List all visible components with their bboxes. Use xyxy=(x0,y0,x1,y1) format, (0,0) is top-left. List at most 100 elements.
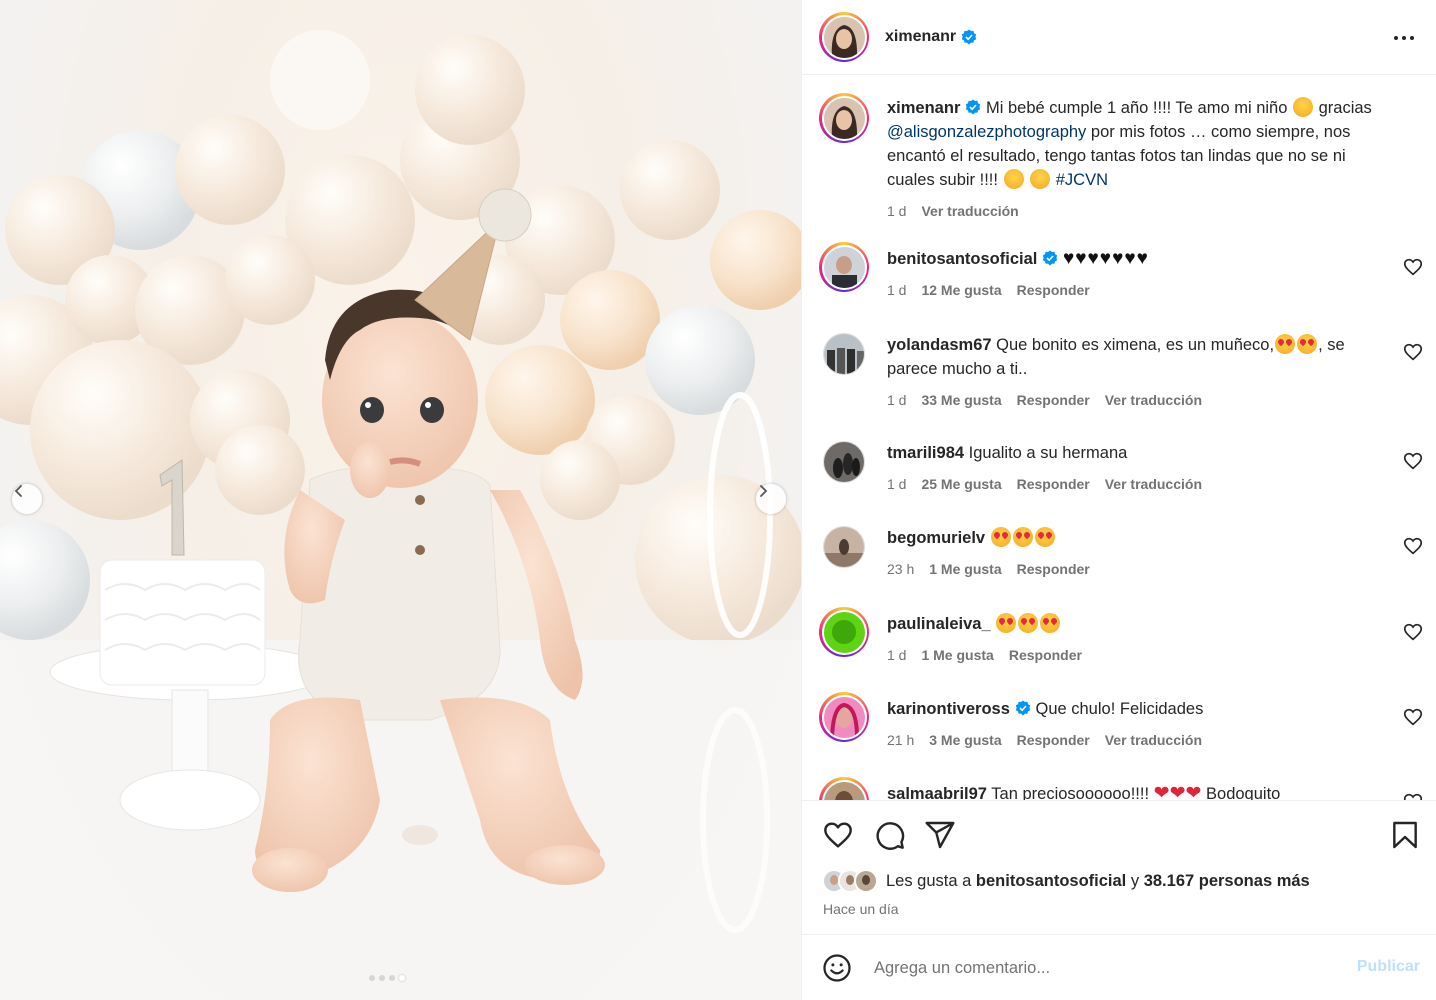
commenter-avatar[interactable] xyxy=(819,242,869,292)
author-avatar[interactable] xyxy=(819,12,869,62)
caption-username[interactable]: ximenanr xyxy=(887,99,960,117)
post-media[interactable] xyxy=(0,0,801,1000)
comment-likes[interactable]: 33 Me gusta xyxy=(921,388,1001,412)
caption-text: Mi bebé cumple 1 año !!!! Te amo mi niño xyxy=(985,99,1288,117)
commenter-username[interactable]: benitosantosoficial xyxy=(887,250,1037,268)
heart-icon xyxy=(824,822,852,848)
commenter-username[interactable]: begomurielv xyxy=(887,529,985,547)
comment-time[interactable]: 1 d xyxy=(887,278,906,302)
carousel-dot xyxy=(369,975,375,981)
author-username[interactable]: ximenanr xyxy=(885,28,956,46)
comment-time[interactable]: 1 d xyxy=(887,643,906,667)
share-button[interactable] xyxy=(924,819,956,851)
reply-button[interactable]: Responder xyxy=(1009,643,1082,667)
next-slide-button[interactable] xyxy=(756,484,786,514)
comments-list[interactable]: ximenanr Mi bebé cumple 1 año !!!! Te am… xyxy=(802,76,1436,800)
comment-likes[interactable]: 12 Me gusta xyxy=(921,278,1001,302)
chevron-left-icon xyxy=(14,485,22,497)
author-avatar-image xyxy=(823,16,865,58)
comment-text: Igualito a su hermana xyxy=(968,444,1128,462)
more-icon xyxy=(1402,36,1406,40)
comment-time[interactable]: 1 d xyxy=(887,472,906,496)
commenter-username[interactable]: karinontiveross xyxy=(887,700,1010,718)
reply-button[interactable]: Responder xyxy=(1017,472,1090,496)
commenter-username[interactable]: paulinaleiva_ xyxy=(887,615,991,633)
share-icon xyxy=(925,821,955,849)
caption-translate-link[interactable]: Ver traducción xyxy=(921,199,1018,223)
heart-eyes-emoji xyxy=(1297,334,1318,354)
commenter-avatar[interactable] xyxy=(823,441,865,483)
heart-eyes-emoji xyxy=(990,527,1011,547)
comment-likes[interactable]: 1 Me gusta xyxy=(921,643,993,667)
verified-badge-icon xyxy=(961,29,977,45)
emoji-icon[interactable] xyxy=(822,953,852,983)
commenter-avatar[interactable] xyxy=(819,607,869,657)
commenter-username[interactable]: salmaabril97 xyxy=(887,785,987,800)
comment-like-heart-icon[interactable] xyxy=(1402,706,1424,728)
comment-like-heart-icon[interactable] xyxy=(1402,341,1424,363)
caption-author-avatar[interactable] xyxy=(819,93,869,143)
translate-link[interactable]: Ver traducción xyxy=(1105,388,1202,412)
publish-button[interactable]: Publicar xyxy=(1357,958,1420,976)
post-details-panel: ximenanr ximenanr Mi bebé cumple 1 año !… xyxy=(801,0,1436,1000)
carousel-dot xyxy=(389,975,395,981)
previous-slide-button[interactable] xyxy=(12,484,42,514)
smiling-face-emoji xyxy=(1293,97,1314,117)
reply-button[interactable]: Responder xyxy=(1017,557,1090,581)
carousel-dot xyxy=(379,975,385,981)
reply-button[interactable]: Responder xyxy=(1017,388,1090,412)
comment-like-heart-icon[interactable] xyxy=(1402,450,1424,472)
more-icon xyxy=(1410,36,1414,40)
bookmark-icon xyxy=(1393,821,1417,849)
caption-text: gracias xyxy=(1318,99,1372,117)
comment-like-heart-icon[interactable] xyxy=(1402,621,1424,643)
post-time-ago[interactable]: Hace un día xyxy=(823,901,899,917)
commenter-avatar[interactable] xyxy=(823,526,865,568)
commenter-avatar-image xyxy=(823,246,865,288)
heart-eyes-emoji xyxy=(1040,613,1061,633)
commenter-username[interactable]: tmarili984 xyxy=(887,444,964,462)
caption-time[interactable]: 1 d xyxy=(887,199,906,223)
comment-time[interactable]: 21 h xyxy=(887,728,914,752)
liker-avatars[interactable] xyxy=(822,869,878,893)
commenter-avatar-image xyxy=(824,334,864,374)
likes-count-link[interactable]: 38.167 personas más xyxy=(1144,872,1310,891)
like-button[interactable] xyxy=(822,819,854,851)
red-heart-emoji: ❤ xyxy=(1185,783,1202,800)
carousel-dot-active xyxy=(399,975,405,981)
comment-composer: Publicar xyxy=(802,936,1436,1000)
comment-likes[interactable]: 1 Me gusta xyxy=(929,557,1001,581)
save-button[interactable] xyxy=(1389,819,1421,851)
red-heart-emoji: ❤ xyxy=(1169,783,1186,800)
red-heart-emoji: ❤ xyxy=(1153,783,1170,800)
comment-like-heart-icon[interactable] xyxy=(1402,791,1424,800)
comment-likes[interactable]: 25 Me gusta xyxy=(921,472,1001,496)
commenter-avatar[interactable] xyxy=(819,777,869,800)
translate-link[interactable]: Ver traducción xyxy=(1105,728,1202,752)
commenter-avatar[interactable] xyxy=(819,692,869,742)
comment-time[interactable]: 1 d xyxy=(887,388,906,412)
comment-time[interactable]: 23 h xyxy=(887,557,914,581)
caption-hashtag-link[interactable]: #JCVN xyxy=(1056,171,1108,189)
commenter-avatar[interactable] xyxy=(823,333,865,375)
commenter-avatar-image xyxy=(823,781,865,800)
comment-like-heart-icon[interactable] xyxy=(1402,256,1424,278)
comment-text: Bodoquito xyxy=(1206,785,1281,800)
reply-button[interactable]: Responder xyxy=(1017,278,1090,302)
post-header: ximenanr xyxy=(802,0,1436,75)
commenter-username[interactable]: yolandasm67 xyxy=(887,336,992,354)
liker-username[interactable]: benitosantosoficial xyxy=(976,872,1126,891)
comment-button[interactable] xyxy=(874,819,906,851)
verified-badge-icon xyxy=(1015,700,1031,716)
comment-likes[interactable]: 3 Me gusta xyxy=(929,728,1001,752)
comment-like-heart-icon[interactable] xyxy=(1402,535,1424,557)
more-options-button[interactable] xyxy=(1392,26,1416,50)
heart-eyes-emoji xyxy=(1012,527,1033,547)
verified-badge-icon xyxy=(966,99,981,115)
comment-input[interactable] xyxy=(874,954,1334,982)
reply-button[interactable]: Responder xyxy=(1017,728,1090,752)
comment-text: Que bonito es ximena, es un muñeco, xyxy=(996,336,1275,354)
caption-mention-link[interactable]: @alisgonzalezphotography xyxy=(887,123,1086,141)
commenter-avatar-image xyxy=(823,611,865,653)
translate-link[interactable]: Ver traducción xyxy=(1105,472,1202,496)
